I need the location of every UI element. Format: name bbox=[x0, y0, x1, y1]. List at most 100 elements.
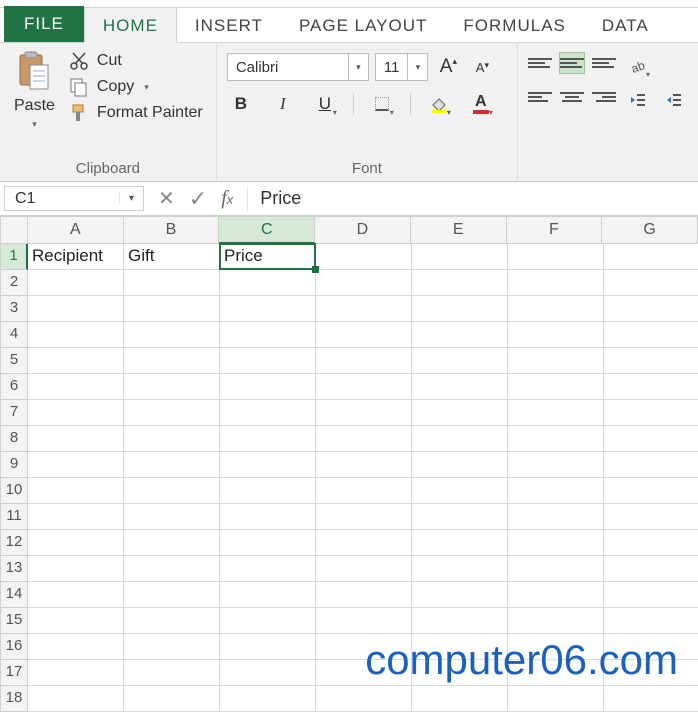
cell-D8[interactable] bbox=[316, 426, 412, 452]
column-header-E[interactable]: E bbox=[411, 216, 507, 244]
cell-B12[interactable] bbox=[124, 530, 220, 556]
row-header-17[interactable]: 17 bbox=[0, 660, 28, 686]
cell-F6[interactable] bbox=[508, 374, 604, 400]
cell-B13[interactable] bbox=[124, 556, 220, 582]
cell-C14[interactable] bbox=[220, 582, 316, 608]
cell-F1[interactable] bbox=[508, 244, 604, 270]
cell-E8[interactable] bbox=[412, 426, 508, 452]
cell-E7[interactable] bbox=[412, 400, 508, 426]
row-header-7[interactable]: 7 bbox=[0, 400, 28, 426]
column-header-A[interactable]: A bbox=[28, 216, 124, 244]
cell-D15[interactable] bbox=[316, 608, 412, 634]
cell-B1[interactable]: Gift bbox=[124, 244, 220, 270]
insert-function-button[interactable]: fx bbox=[221, 187, 233, 210]
cell-B8[interactable] bbox=[124, 426, 220, 452]
cell-E12[interactable] bbox=[412, 530, 508, 556]
cell-G18[interactable] bbox=[604, 686, 698, 712]
cell-A6[interactable] bbox=[28, 374, 124, 400]
cell-G3[interactable] bbox=[604, 296, 698, 322]
cell-A10[interactable] bbox=[28, 478, 124, 504]
cell-A4[interactable] bbox=[28, 322, 124, 348]
cell-B6[interactable] bbox=[124, 374, 220, 400]
cell-C17[interactable] bbox=[220, 660, 316, 686]
orientation-button[interactable]: ab bbox=[624, 53, 652, 79]
formula-input[interactable]: Price bbox=[247, 186, 694, 211]
cell-G5[interactable] bbox=[604, 348, 698, 374]
cell-D1[interactable] bbox=[316, 244, 412, 270]
font-color-button[interactable]: A bbox=[467, 91, 495, 117]
cell-C8[interactable] bbox=[220, 426, 316, 452]
cell-B16[interactable] bbox=[124, 634, 220, 660]
cell-B10[interactable] bbox=[124, 478, 220, 504]
cell-F11[interactable] bbox=[508, 504, 604, 530]
cell-D11[interactable] bbox=[316, 504, 412, 530]
column-header-B[interactable]: B bbox=[124, 216, 220, 244]
cell-G7[interactable] bbox=[604, 400, 698, 426]
tab-data[interactable]: DATA bbox=[584, 8, 667, 42]
cell-G9[interactable] bbox=[604, 452, 698, 478]
tab-insert[interactable]: INSERT bbox=[177, 8, 281, 42]
cell-C9[interactable] bbox=[220, 452, 316, 478]
cell-B17[interactable] bbox=[124, 660, 220, 686]
tab-formulas[interactable]: FORMULAS bbox=[445, 8, 583, 42]
decrease-indent-button[interactable] bbox=[624, 87, 652, 113]
cell-F10[interactable] bbox=[508, 478, 604, 504]
cell-C13[interactable] bbox=[220, 556, 316, 582]
cell-C18[interactable] bbox=[220, 686, 316, 712]
row-header-1[interactable]: 1 bbox=[0, 244, 28, 270]
cell-C4[interactable] bbox=[220, 322, 316, 348]
row-header-10[interactable]: 10 bbox=[0, 478, 28, 504]
cell-C11[interactable] bbox=[220, 504, 316, 530]
cell-E18[interactable] bbox=[412, 686, 508, 712]
row-header-6[interactable]: 6 bbox=[0, 374, 28, 400]
column-header-C[interactable]: C bbox=[219, 216, 315, 244]
cell-G12[interactable] bbox=[604, 530, 698, 556]
cell-E4[interactable] bbox=[412, 322, 508, 348]
grow-font-button[interactable]: A▴ bbox=[434, 54, 462, 80]
cell-B9[interactable] bbox=[124, 452, 220, 478]
row-header-5[interactable]: 5 bbox=[0, 348, 28, 374]
cell-F18[interactable] bbox=[508, 686, 604, 712]
italic-button[interactable]: I bbox=[269, 91, 297, 117]
cell-C15[interactable] bbox=[220, 608, 316, 634]
cell-G13[interactable] bbox=[604, 556, 698, 582]
cell-B18[interactable] bbox=[124, 686, 220, 712]
cell-A8[interactable] bbox=[28, 426, 124, 452]
cell-D7[interactable] bbox=[316, 400, 412, 426]
column-header-F[interactable]: F bbox=[507, 216, 603, 244]
format-painter-button[interactable]: Format Painter bbox=[69, 103, 203, 123]
copy-button[interactable]: Copy ▾ bbox=[69, 77, 203, 97]
cell-G4[interactable] bbox=[604, 322, 698, 348]
cell-A7[interactable] bbox=[28, 400, 124, 426]
cell-E10[interactable] bbox=[412, 478, 508, 504]
cell-E6[interactable] bbox=[412, 374, 508, 400]
cell-E11[interactable] bbox=[412, 504, 508, 530]
row-header-8[interactable]: 8 bbox=[0, 426, 28, 452]
row-header-11[interactable]: 11 bbox=[0, 504, 28, 530]
cell-E9[interactable] bbox=[412, 452, 508, 478]
enter-formula-button[interactable]: ✓ bbox=[189, 186, 207, 212]
cell-B7[interactable] bbox=[124, 400, 220, 426]
fill-handle[interactable] bbox=[312, 266, 319, 273]
cell-B5[interactable] bbox=[124, 348, 220, 374]
row-header-4[interactable]: 4 bbox=[0, 322, 28, 348]
tab-home[interactable]: HOME bbox=[84, 7, 177, 43]
cell-A3[interactable] bbox=[28, 296, 124, 322]
cell-F9[interactable] bbox=[508, 452, 604, 478]
cell-C2[interactable] bbox=[220, 270, 316, 296]
cell-D4[interactable] bbox=[316, 322, 412, 348]
cell-G14[interactable] bbox=[604, 582, 698, 608]
row-header-2[interactable]: 2 bbox=[0, 270, 28, 296]
cell-A14[interactable] bbox=[28, 582, 124, 608]
align-right-button[interactable] bbox=[592, 87, 616, 107]
column-header-G[interactable]: G bbox=[602, 216, 698, 244]
name-box[interactable]: C1 ▾ bbox=[4, 186, 144, 211]
row-header-16[interactable]: 16 bbox=[0, 634, 28, 660]
cell-G8[interactable] bbox=[604, 426, 698, 452]
bold-button[interactable]: B bbox=[227, 91, 255, 117]
cell-A16[interactable] bbox=[28, 634, 124, 660]
align-left-button[interactable] bbox=[528, 87, 552, 107]
cell-A13[interactable] bbox=[28, 556, 124, 582]
paste-button[interactable]: Paste ▾ bbox=[10, 49, 59, 132]
cell-B15[interactable] bbox=[124, 608, 220, 634]
